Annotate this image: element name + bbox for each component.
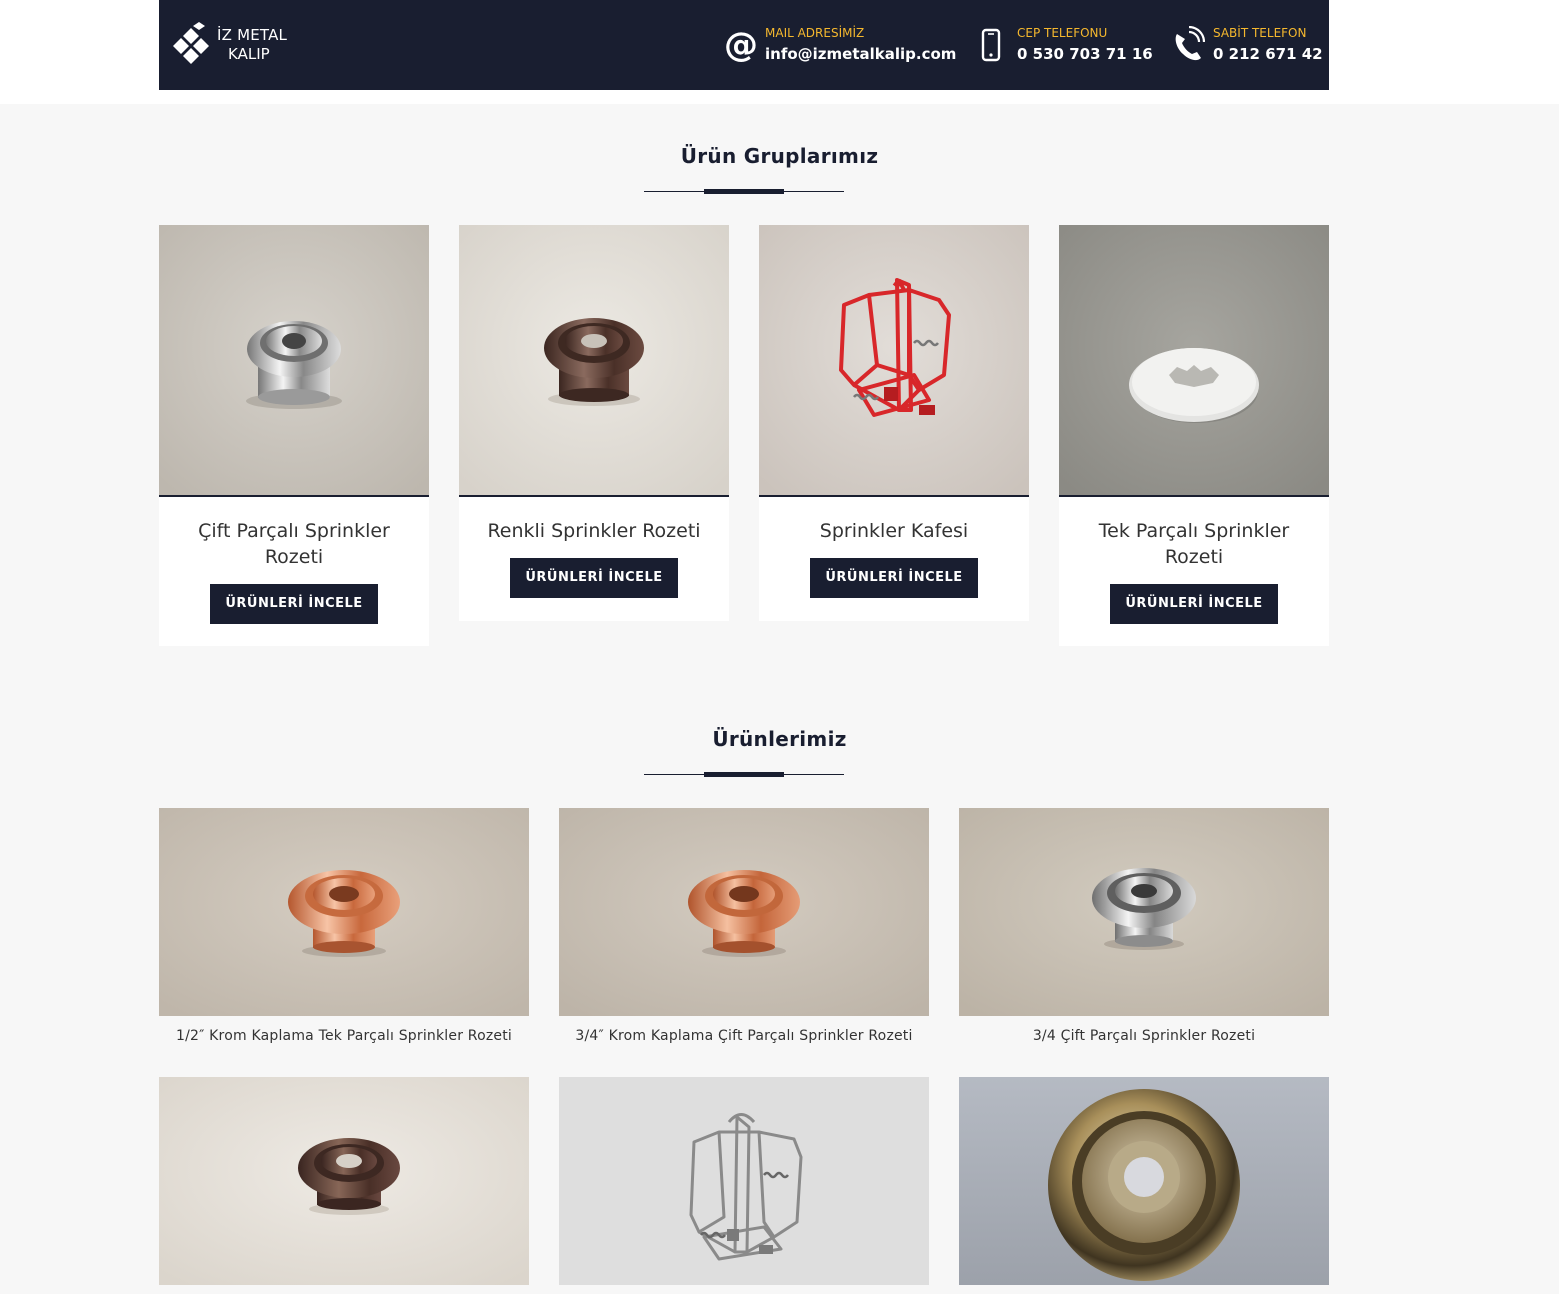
product-name[interactable]: 1/2″ Krom Kaplama Tek Parçalı Sprinkler … — [159, 1028, 529, 1044]
logo-line2: KALIP — [228, 45, 270, 63]
at-icon: @ — [724, 26, 758, 65]
view-products-button[interactable]: ÜRÜNLERİ İNCELE — [810, 558, 978, 598]
product-image-gold-rosette[interactable] — [959, 1077, 1329, 1285]
group-image-white-flat-rosette[interactable] — [1059, 225, 1329, 495]
contact-mail-value[interactable]: info@izmetalkalip.com — [765, 45, 956, 63]
product-groups-title: Ürün Gruplarımız — [680, 144, 879, 168]
contact-mobile[interactable]: CEP TELEFONU 0 530 703 71 16 — [979, 26, 1153, 66]
group-card-title[interactable]: Sprinkler Kafesi — [779, 518, 1009, 544]
group-card[interactable]: Sprinkler Kafesi ÜRÜNLERİ İNCELE — [759, 225, 1029, 621]
product-item[interactable]: 3/4 Çift Parçalı Sprinkler Rozeti — [959, 808, 1329, 1053]
product-image-brown-rosette[interactable] — [159, 1077, 529, 1285]
products-divider-accent — [704, 772, 784, 777]
group-card[interactable]: Tek Parçalı Sprinkler Rozeti ÜRÜNLERİ İN… — [1059, 225, 1329, 646]
product-name[interactable]: 3/4″ Krom Kaplama Çift Parçalı Sprinkler… — [559, 1028, 929, 1044]
view-products-button[interactable]: ÜRÜNLERİ İNCELE — [210, 584, 378, 624]
group-card-border — [759, 495, 1029, 497]
products-title: Ürünlerimiz — [712, 727, 847, 751]
contact-landline-value[interactable]: 0 212 671 42 22 — [1213, 45, 1329, 63]
contact-mobile-label: CEP TELEFONU — [1017, 26, 1108, 40]
product-image-copper-rosette[interactable] — [159, 808, 529, 1016]
contact-mail-label: MAIL ADRESİMİZ — [765, 26, 865, 40]
product-item[interactable] — [559, 1077, 929, 1294]
logo-line1: İZ METAL — [217, 26, 288, 44]
group-card-border — [159, 495, 429, 497]
view-products-button[interactable]: ÜRÜNLERİ İNCELE — [510, 558, 678, 598]
product-image-copper-rosette[interactable] — [559, 808, 929, 1016]
contact-landline-label: SABİT TELEFON — [1213, 26, 1307, 40]
product-item[interactable] — [159, 1077, 529, 1294]
group-card-title[interactable]: Renkli Sprinkler Rozeti — [479, 518, 709, 544]
product-image-chrome-rosette[interactable] — [959, 808, 1329, 1016]
landline-phone-icon — [1175, 26, 1205, 61]
contact-mobile-value[interactable]: 0 530 703 71 16 — [1017, 45, 1153, 63]
product-item[interactable]: 1/2″ Krom Kaplama Tek Parçalı Sprinkler … — [159, 808, 529, 1053]
site-header: İZ METAL KALIP @ MAIL ADRESİMİZ info@izm… — [159, 0, 1329, 90]
group-card-title[interactable]: Çift Parçalı Sprinkler Rozeti — [179, 518, 409, 570]
contact-mail[interactable]: @ MAIL ADRESİMİZ info@izmetalkalip.com — [724, 26, 956, 66]
mobile-phone-icon — [981, 28, 1001, 62]
group-card-border — [459, 495, 729, 497]
view-products-button[interactable]: ÜRÜNLERİ İNCELE — [1110, 584, 1278, 624]
svg-text:@: @ — [724, 26, 758, 65]
product-name[interactable]: 3/4 Çift Parçalı Sprinkler Rozeti — [959, 1028, 1329, 1044]
group-card[interactable]: Renkli Sprinkler Rozeti ÜRÜNLERİ İNCELE — [459, 225, 729, 621]
product-item[interactable]: 3/4″ Krom Kaplama Çift Parçalı Sprinkler… — [559, 808, 929, 1053]
group-card-title[interactable]: Tek Parçalı Sprinkler Rozeti — [1079, 518, 1309, 570]
group-card-border — [1059, 495, 1329, 497]
logo[interactable]: İZ METAL KALIP — [171, 22, 291, 68]
group-image-chrome-rosette[interactable] — [159, 225, 429, 495]
group-card[interactable]: Çift Parçalı Sprinkler Rozeti ÜRÜNLERİ İ… — [159, 225, 429, 646]
product-item[interactable] — [959, 1077, 1329, 1294]
product-groups-divider-accent — [704, 189, 784, 194]
group-image-red-cage[interactable] — [759, 225, 1029, 495]
contact-landline[interactable]: SABİT TELEFON 0 212 671 42 22 — [1171, 26, 1329, 66]
logo-mark-icon — [173, 22, 209, 64]
product-image-steel-cage[interactable] — [559, 1077, 929, 1285]
group-image-brown-rosette[interactable] — [459, 225, 729, 495]
